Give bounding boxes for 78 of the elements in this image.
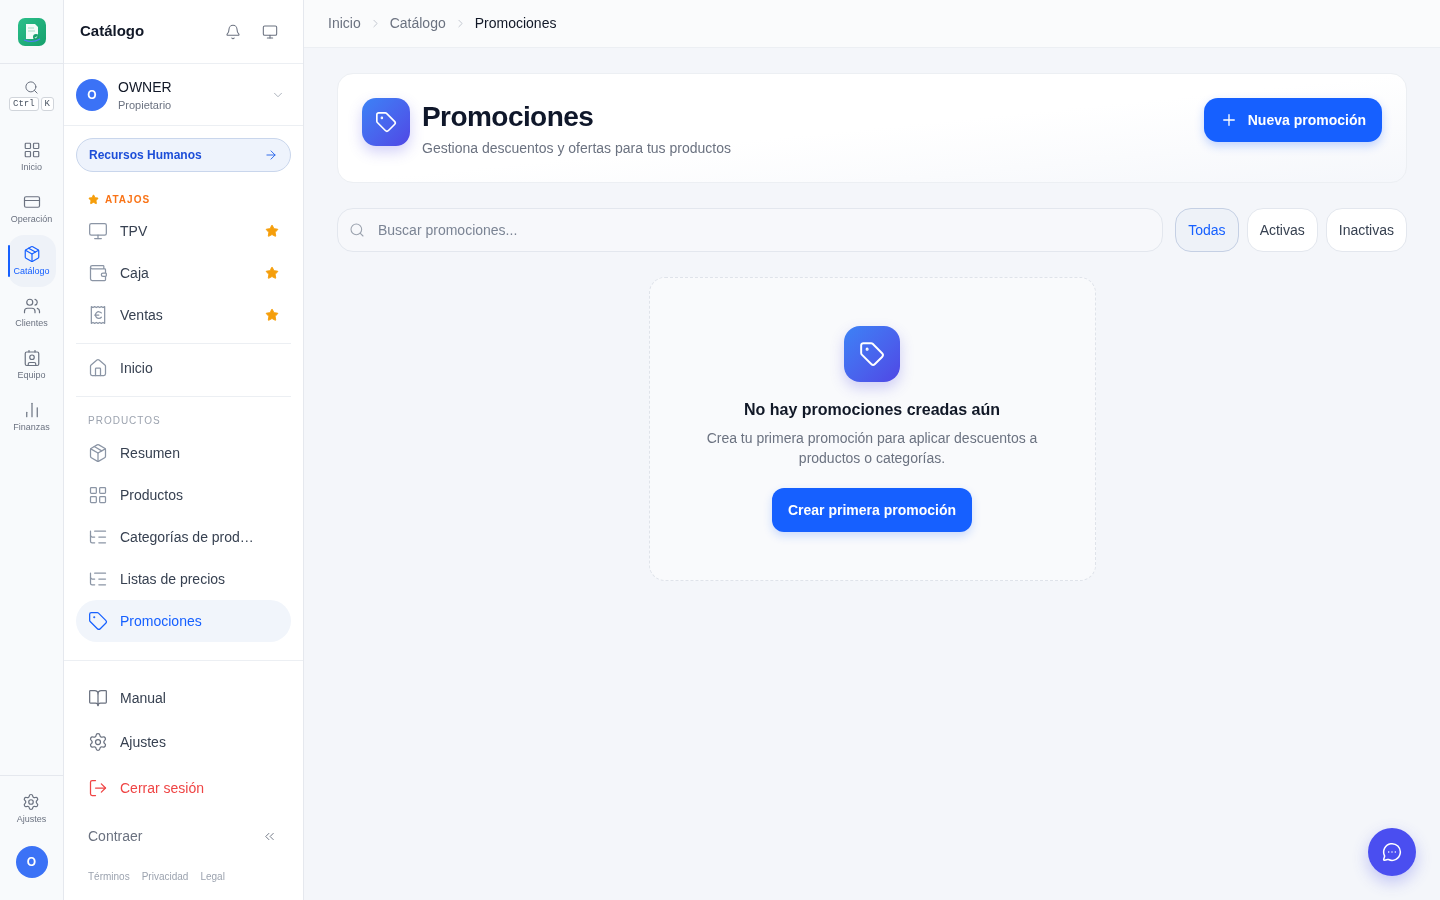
section-label: PRODUCTOS [87, 414, 162, 428]
nav-item[interactable]: Caja [76, 252, 291, 294]
breadcrumb-link[interactable]: Promociones [474, 13, 557, 34]
rail-nav-item[interactable]: Finanzas [7, 391, 56, 443]
search-icon [349, 222, 365, 238]
nav-item[interactable]: Productos [76, 474, 291, 516]
nav-item[interactable]: Ventas [76, 294, 291, 336]
monitor-icon [88, 221, 108, 241]
search-icon [24, 80, 39, 95]
keyboard-key: Ctrl [9, 97, 39, 111]
collapse-button[interactable]: Contraer [76, 814, 291, 858]
settings-icon [88, 732, 108, 752]
rail-nav-item[interactable]: Operación [7, 183, 56, 235]
footer-link[interactable]: Términos [88, 870, 130, 884]
nav-item[interactable]: Resumen [76, 432, 291, 474]
box-icon [88, 443, 108, 463]
star-icon[interactable] [265, 266, 279, 280]
avatar[interactable]: O [15, 846, 48, 878]
grid-icon [22, 141, 41, 159]
keyboard-key: K [40, 97, 54, 111]
user-switcher[interactable]: O OWNER Propietario [64, 64, 303, 126]
menu-item[interactable]: Ajustes [76, 720, 291, 764]
rail-nav-item[interactable]: Inicio [7, 131, 56, 183]
breadcrumb-link[interactable]: Catálogo [389, 13, 446, 34]
breadcrumb-link[interactable]: Inicio [328, 13, 361, 34]
rail-nav-item[interactable]: Clientes [7, 287, 56, 339]
settings-button[interactable]: Ajustes [16, 793, 47, 825]
module-link[interactable]: Recursos Humanos [76, 138, 291, 172]
tag-icon [88, 611, 108, 631]
new-promotion-button[interactable]: Nueva promoción [1203, 98, 1382, 142]
people-icon [22, 297, 41, 315]
nav-item[interactable]: Listas de precios [76, 558, 291, 600]
wallet-icon [88, 263, 108, 283]
filter-tab[interactable]: Todas [1175, 208, 1239, 252]
grid-icon [88, 485, 108, 505]
settings-icon [22, 793, 41, 811]
logo-icon[interactable] [17, 17, 46, 46]
chat-button[interactable] [1368, 828, 1416, 876]
house-icon [88, 358, 108, 378]
star-icon [88, 193, 99, 205]
rail-nav-item[interactable]: Equipo [7, 339, 56, 391]
euro-receipt-icon [88, 305, 108, 325]
box-icon [22, 245, 41, 263]
chat-icon [1382, 842, 1402, 862]
tag-tile-icon [362, 98, 410, 146]
user-name: OWNER [118, 77, 173, 97]
bell-icon[interactable] [225, 23, 241, 40]
card-icon [22, 193, 41, 211]
nav-item[interactable]: Categorías de prod… [76, 516, 291, 558]
nav-item[interactable]: TPV [76, 210, 291, 252]
filter-tab[interactable]: Inactivas [1325, 208, 1407, 252]
star-icon[interactable] [265, 224, 279, 238]
book-icon [88, 688, 108, 708]
empty-state-title: No hay promociones creadas aún [743, 400, 1001, 420]
page-subtitle: Gestiona descuentos y ofertas para tus productos [422, 139, 731, 158]
search-field[interactable]: Buscar promociones... [337, 208, 1164, 252]
menu-item[interactable]: Cerrar sesión [76, 766, 291, 810]
active-indicator [7, 245, 10, 277]
menu-item[interactable]: Manual [76, 676, 291, 720]
empty-state-description: Crea tu primera promoción para aplicar descuentos a productos o categorías. [705, 429, 1039, 468]
monitor-icon[interactable] [262, 23, 278, 40]
page-title: Promociones [422, 100, 595, 134]
user-avatar: O [76, 78, 108, 111]
id-badge-icon [22, 349, 41, 367]
search-button[interactable]: Ctrl K [0, 64, 63, 131]
logout-icon [88, 778, 108, 798]
nav-item[interactable]: Inicio [76, 347, 291, 389]
nav-item[interactable]: Promociones [76, 600, 291, 642]
footer-link[interactable]: Legal [200, 870, 225, 884]
tag-tile-icon [844, 326, 900, 382]
user-role: Propietario [118, 97, 173, 113]
filter-tab[interactable]: Activas [1246, 208, 1318, 252]
sidebar-title: Catálogo [80, 21, 145, 42]
rail-nav-item[interactable]: Catálogo [7, 235, 56, 287]
create-first-promotion-button[interactable]: Crear primera promoción [771, 488, 973, 532]
footer-link[interactable]: Privacidad [141, 870, 189, 884]
section-label: ATAJOS [105, 192, 151, 207]
star-icon[interactable] [265, 308, 279, 322]
